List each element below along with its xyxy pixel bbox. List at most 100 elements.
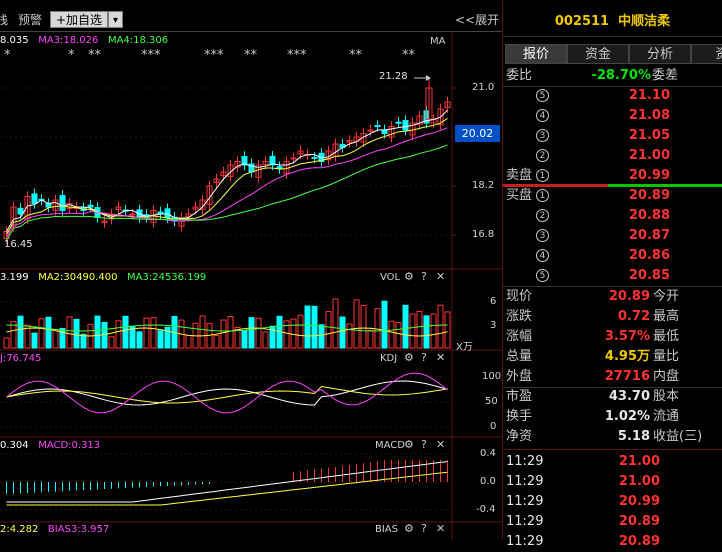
tab-more[interactable]: 资	[691, 44, 722, 64]
sell-row-5[interactable]: 5 21.10	[503, 86, 722, 106]
volume-bar	[416, 310, 423, 349]
expand-button[interactable]: <<展开	[455, 12, 499, 28]
volume-bar	[339, 316, 346, 349]
buy-row-5[interactable]: 5 20.85	[503, 266, 722, 286]
volume-bar	[38, 318, 45, 349]
buy-price: 20.85	[628, 268, 670, 283]
level-badge: 1	[536, 169, 549, 182]
volume-bar	[220, 319, 227, 349]
volume-bar	[248, 317, 255, 349]
gear-icon[interactable]: ⚙	[404, 351, 414, 364]
level-badge: 3	[536, 229, 549, 242]
close-icon[interactable]: ✕	[436, 438, 445, 451]
help-icon[interactable]: ?	[421, 522, 427, 535]
sell-row-4[interactable]: 4 21.08	[503, 106, 722, 126]
vol-tag: VOL	[380, 272, 401, 283]
kdj-y-tick: 50	[485, 396, 498, 407]
stat-row: 净资 5.18 收益(三)	[503, 427, 722, 447]
stat-label: 今开	[653, 289, 680, 304]
macd-tag: MACD	[375, 440, 405, 451]
close-icon[interactable]: ✕	[436, 270, 445, 283]
ratio-label: 委比	[506, 68, 533, 83]
volume-bar	[80, 333, 87, 349]
ratio-row: 委比 -28.70% 委差	[503, 66, 722, 86]
tick-time: 11:29	[506, 534, 544, 549]
volume-bar	[199, 315, 206, 349]
chart-area[interactable]: 8.035 MA3:18.026 MA4:18.306 MA * * ** **…	[0, 32, 503, 539]
candle-body	[276, 166, 283, 169]
buy-row-4[interactable]: 4 20.86	[503, 246, 722, 266]
buy-row-2[interactable]: 2 20.88	[503, 206, 722, 226]
tick-row: 11:29 21.00	[503, 472, 722, 492]
volume-bar	[241, 330, 248, 349]
macd-y-tick: 0.4	[480, 448, 496, 459]
level-badge: 2	[536, 149, 549, 162]
tick-time: 11:29	[506, 514, 544, 529]
level-badge: 4	[536, 249, 549, 262]
sell-price: 21.10	[628, 88, 670, 103]
volume-bar	[290, 318, 297, 349]
volume-bar	[381, 300, 388, 349]
stat-label: 现价	[506, 289, 533, 304]
tab-analysis[interactable]: 分析	[629, 44, 691, 64]
tab-funds[interactable]: 资金	[567, 44, 629, 64]
tick-price: 20.89	[618, 534, 660, 549]
help-icon[interactable]: ?	[421, 270, 427, 283]
current-price-badge: 20.02	[455, 125, 500, 142]
stat-value: 27716	[604, 369, 650, 384]
stock-code: 002511	[554, 14, 610, 29]
y-tick-label: 16.8	[472, 229, 495, 240]
stat-row: 涨跌 0.72 最高	[503, 307, 722, 327]
alert-button[interactable]: 预警	[18, 12, 42, 28]
vol-legend: 3.199 MA2:30490.400 MA3:24536.199	[0, 272, 206, 283]
vol-legend-item: MA2:30490.400	[38, 272, 118, 283]
stat-label: 内盘	[653, 369, 680, 384]
kdj-tag: KDJ	[380, 353, 398, 364]
gear-icon[interactable]: ⚙	[404, 522, 414, 535]
sell-row-3[interactable]: 3 21.05	[503, 126, 722, 146]
stat-value: 5.18	[617, 429, 650, 444]
tab-quote[interactable]: 报价	[505, 44, 567, 64]
volume-bar	[360, 304, 367, 349]
candle-body	[290, 157, 297, 160]
volume-bar	[374, 308, 381, 349]
buy-row-1[interactable]: 买盘 1 20.89	[503, 186, 722, 206]
gear-icon[interactable]: ⚙	[404, 438, 414, 451]
add-watchlist-button[interactable]: +加自选	[50, 11, 108, 28]
kdj-y-tick: 0	[490, 421, 497, 432]
stat-label: 股本	[653, 389, 680, 404]
bias-legend: 2:4.282 BIAS3:3.957	[0, 524, 109, 535]
stat-row: 涨幅 3.57% 最低	[503, 327, 722, 347]
buy-row-3[interactable]: 3 20.87	[503, 226, 722, 246]
sell-row-2[interactable]: 2 21.00	[503, 146, 722, 166]
watchlist-dropdown-icon[interactable]: ▾	[108, 11, 123, 28]
close-icon[interactable]: ✕	[436, 351, 445, 364]
macd-legend: 0.304 MACD:0.313	[0, 440, 100, 451]
stat-label: 最低	[653, 329, 680, 344]
sell-row-1[interactable]: 卖盘 1 20.99	[503, 166, 722, 186]
help-icon[interactable]: ?	[421, 351, 427, 364]
bias-tag: BIAS	[375, 524, 398, 535]
stat-label: 市盈	[506, 389, 533, 404]
volume-bar	[423, 315, 430, 349]
tick-time: 11:29	[506, 454, 544, 469]
candle-body	[129, 213, 136, 216]
gear-icon[interactable]: ⚙	[404, 270, 414, 283]
tick-price: 20.99	[618, 494, 660, 509]
volume-bar	[157, 330, 164, 349]
volume-bar	[297, 314, 304, 349]
help-icon[interactable]: ?	[421, 438, 427, 451]
volume-bar	[115, 320, 122, 349]
toolbar-cut-item[interactable]: 栈	[0, 12, 8, 28]
volume-bar	[311, 305, 318, 349]
level-badge: 1	[536, 189, 549, 202]
ma-line	[6, 118, 448, 235]
macd-y-tick: -0.4	[476, 504, 496, 515]
volume-bar	[444, 311, 451, 349]
volume-bar	[3, 337, 10, 349]
volume-bar	[45, 316, 52, 349]
stat-label: 涨跌	[506, 309, 533, 324]
buy-price: 20.89	[628, 188, 670, 203]
tick-row: 11:29 21.00	[503, 452, 722, 472]
close-icon[interactable]: ✕	[436, 522, 445, 535]
